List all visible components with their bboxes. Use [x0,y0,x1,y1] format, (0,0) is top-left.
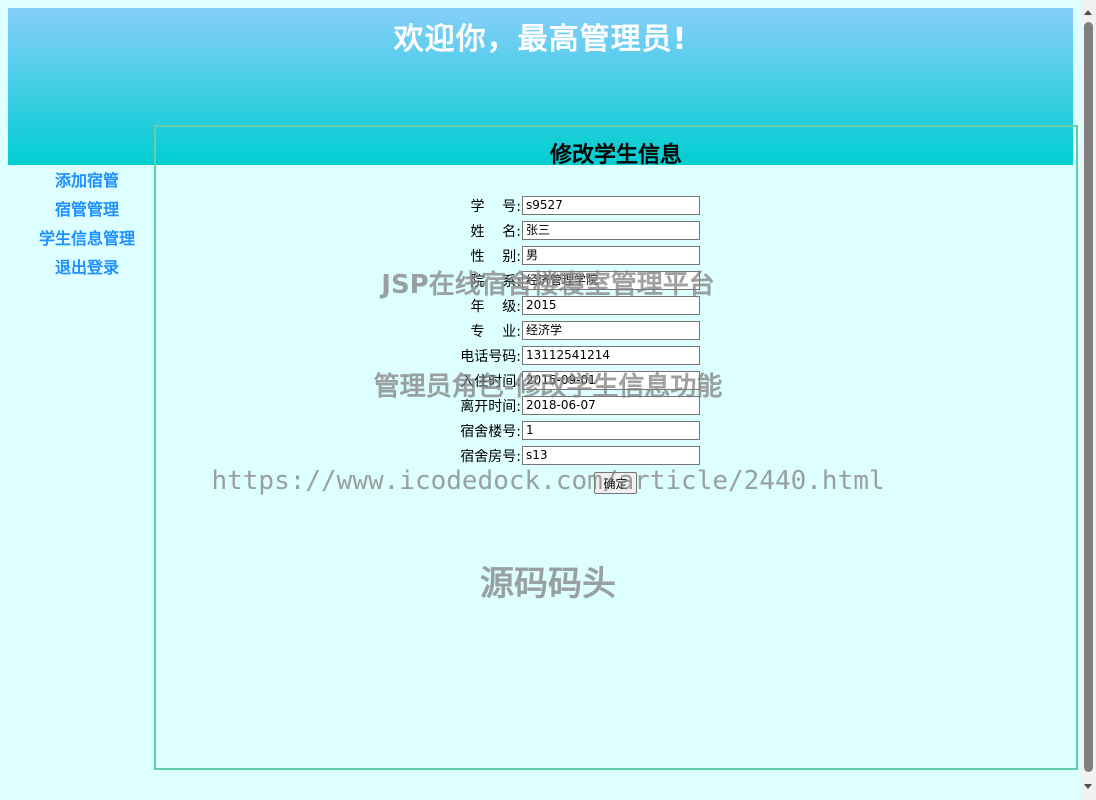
building-no-field[interactable] [522,421,700,440]
phone-label: 电话号码: [460,348,521,365]
form-row-leave-date: 离开时间: [426,393,700,418]
gender-field[interactable] [522,246,700,265]
grade-label: 年 级: [470,298,521,315]
edit-student-panel: 修改学生信息 学 号: 姓 名: 性 别: 院 系: 年 级: 专 业: [154,125,1078,770]
student-id-label: 学 号: [470,198,521,215]
gender-label: 性 别: [470,248,521,265]
department-field[interactable] [522,271,700,290]
form-row-gender: 性 别: [426,243,700,268]
room-no-field[interactable] [522,446,700,465]
room-no-label: 宿舍房号: [460,448,521,465]
name-label: 姓 名: [470,223,521,240]
scroll-down-arrow-icon[interactable] [1084,784,1092,789]
sidebar-item-dorm-manager-management[interactable]: 宿管管理 [20,195,154,224]
form-row-phone: 电话号码: [426,343,700,368]
vertical-scrollbar[interactable] [1081,0,1096,800]
form-row-grade: 年 级: [426,293,700,318]
submit-button[interactable]: 确定 [594,472,637,494]
scroll-up-arrow-icon[interactable] [1084,10,1092,15]
department-label: 院 系: [470,273,521,290]
form-title: 修改学生信息 [549,143,682,168]
check-in-date-field[interactable] [522,371,700,390]
grade-field[interactable] [522,296,700,315]
form-row-check-in-date: 入住时间: [426,368,700,393]
name-field[interactable] [522,221,700,240]
leave-date-field[interactable] [522,396,700,415]
major-field[interactable] [522,321,700,340]
leave-date-label: 离开时间: [460,398,521,415]
major-label: 专 业: [470,323,521,340]
student-form: 学 号: 姓 名: 性 别: 院 系: 年 级: 专 业: 电话号码: [426,193,700,468]
form-row-building-no: 宿舍楼号: [426,418,700,443]
sidebar-item-student-info-management[interactable]: 学生信息管理 [20,224,154,253]
phone-field[interactable] [522,346,700,365]
form-row-major: 专 业: [426,318,700,343]
student-id-field[interactable] [522,196,700,215]
check-in-date-label: 入住时间: [460,373,521,390]
building-no-label: 宿舍楼号: [460,423,521,440]
scrollbar-thumb[interactable] [1084,22,1093,772]
form-row-name: 姓 名: [426,218,700,243]
sidebar: 添加宿管 宿管管理 学生信息管理 退出登录 [20,166,154,282]
sidebar-item-add-dorm-manager[interactable]: 添加宿管 [20,166,154,195]
page-title: 欢迎你，最高管理员! [393,22,688,57]
form-row-department: 院 系: [426,268,700,293]
sidebar-item-logout[interactable]: 退出登录 [20,253,154,282]
form-row-room-no: 宿舍房号: [426,443,700,468]
form-row-student-id: 学 号: [426,193,700,218]
